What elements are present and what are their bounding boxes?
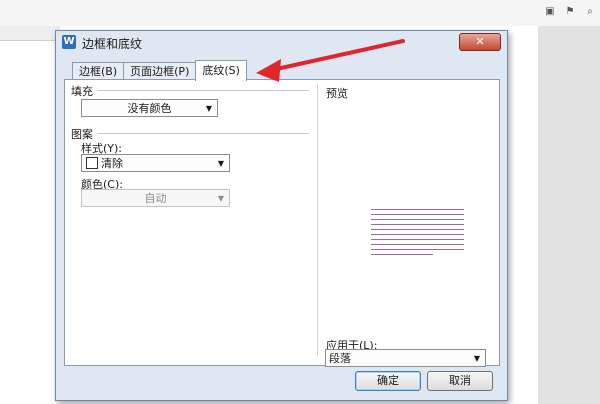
- preview-line: [371, 234, 464, 235]
- shading-panel: 填充 没有颜色 ▼ 图案 样式(Y): 清除 ▼ 颜色(C): 自动 ▼ 预览: [64, 79, 500, 367]
- side-strip: [538, 26, 600, 404]
- tab-page-border[interactable]: 页面边框(P): [123, 62, 197, 80]
- apply-to-value: 段落: [329, 352, 351, 365]
- pattern-color-value: 自动: [144, 192, 167, 205]
- preview-line: [371, 229, 464, 230]
- preview-line: [371, 219, 464, 220]
- chevron-down-icon: ▼: [205, 104, 212, 113]
- tab-borders[interactable]: 边框(B): [72, 62, 125, 80]
- close-button[interactable]: ✕: [459, 33, 501, 51]
- style-value: 清除: [101, 157, 123, 170]
- pattern-swatch-icon: [86, 157, 98, 169]
- fill-color-dropdown[interactable]: 没有颜色 ▼: [81, 99, 218, 117]
- preview-line: [371, 209, 464, 210]
- toolbar-strip: ▣ ⚑ ⌕: [0, 0, 600, 26]
- toolbar-icons: ▣ ⚑ ⌕: [544, 6, 596, 18]
- preview-line: [371, 244, 464, 245]
- search-icon[interactable]: ⌕: [584, 6, 596, 18]
- preview-line: [371, 239, 464, 240]
- cancel-button[interactable]: 取消: [427, 371, 493, 391]
- preview-line: [371, 224, 464, 225]
- ruler: [0, 26, 60, 41]
- wps-writer-icon: W: [62, 35, 76, 49]
- dialog-title: 边框和底纹: [82, 37, 143, 51]
- dialog-titlebar[interactable]: W 边框和底纹 ✕: [56, 31, 507, 53]
- chevron-down-icon: ▼: [473, 354, 480, 363]
- chevron-down-icon: ▼: [217, 159, 224, 168]
- preview-heading: 预览: [326, 87, 348, 100]
- pattern-color-dropdown: 自动 ▼: [81, 189, 230, 207]
- panel-divider: [317, 84, 318, 356]
- preview-line: [371, 249, 464, 250]
- tab-shading[interactable]: 底纹(S): [195, 60, 247, 81]
- chevron-down-icon: ▼: [217, 194, 224, 203]
- fill-color-value: 没有颜色: [127, 102, 172, 115]
- fill-divider: [97, 90, 309, 91]
- export-icon[interactable]: ▣: [544, 6, 556, 18]
- preview-area: [371, 209, 464, 255]
- borders-and-shading-dialog: W 边框和底纹 ✕ 边框(B) 页面边框(P) 底纹(S) 填充 没有颜色 ▼ …: [55, 30, 508, 401]
- preview-line: [371, 214, 464, 215]
- apply-to-dropdown[interactable]: 段落 ▼: [325, 349, 486, 367]
- flag-icon[interactable]: ⚑: [564, 6, 576, 18]
- pattern-divider: [97, 133, 309, 134]
- style-dropdown[interactable]: 清除 ▼: [81, 154, 230, 172]
- preview-line: [371, 254, 433, 255]
- fill-heading: 填充: [71, 85, 93, 98]
- tab-strip: 边框(B) 页面边框(P) 底纹(S): [72, 60, 247, 81]
- ok-button[interactable]: 确定: [355, 371, 421, 391]
